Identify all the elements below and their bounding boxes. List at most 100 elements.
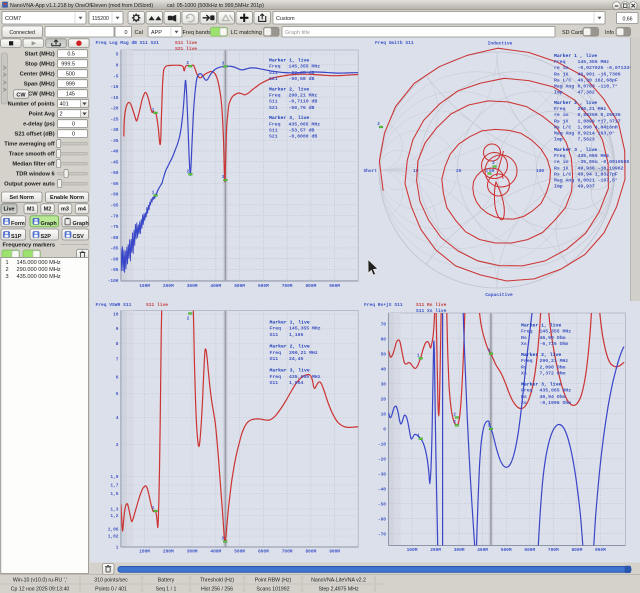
svg-text:400M: 400M	[210, 549, 221, 555]
svg-text:435,065 MHz: 435,065 MHz	[289, 121, 321, 127]
svg-text:3: 3	[488, 424, 491, 429]
svg-text:Point Avg: Point Avg	[29, 112, 56, 118]
svg-text:0,9214 163,0°: 0,9214 163,0°	[578, 131, 616, 137]
svg-text:800M: 800M	[305, 549, 316, 555]
svg-text:1: 1	[152, 506, 155, 511]
svg-text:e-delay (ps): e-delay (ps)	[23, 122, 55, 128]
svg-text:-25: -25	[110, 116, 118, 122]
svg-text:2: 2	[377, 122, 380, 127]
svg-text:100: 100	[536, 168, 544, 174]
svg-text:3: 3	[222, 61, 225, 66]
svg-text:-85: -85	[110, 246, 118, 252]
svg-text:Graph: Graph	[73, 221, 90, 227]
svg-text:-20: -20	[378, 456, 386, 462]
svg-text:Span (MHz): Span (MHz)	[24, 82, 55, 88]
svg-text:S2P: S2P	[41, 234, 52, 240]
svg-text:7: 7	[116, 357, 119, 363]
svg-text:5: 5	[116, 52, 119, 58]
svg-text:Number of points: Number of points	[8, 102, 55, 108]
svg-text:3: 3	[488, 349, 491, 354]
svg-text:70: 70	[381, 321, 387, 327]
svg-text:900M: 900M	[329, 283, 340, 289]
svg-text:-70: -70	[110, 213, 118, 219]
svg-text:0,88206 0,26635: 0,88206 0,26635	[578, 112, 621, 118]
svg-text:Xs: Xs	[521, 400, 527, 406]
svg-text:m4: m4	[78, 207, 87, 213]
svg-text:1,004: 1,004	[289, 380, 304, 386]
svg-text:Freq: Freq	[521, 329, 533, 335]
svg-text:NanoVNA-LiteVNA v2.2: NanoVNA-LiteVNA v2.2	[311, 578, 366, 584]
svg-text:S11: S11	[269, 99, 278, 105]
svg-text:-0,027025 -0,071336: -0,027025 -0,071336	[578, 65, 633, 71]
svg-text:Graph title: Graph title	[285, 30, 310, 36]
svg-text:47,382: 47,382	[578, 90, 595, 96]
svg-text:Freq: Freq	[269, 121, 281, 127]
svg-text:46,90 Ohm: 46,90 Ohm	[540, 335, 566, 341]
svg-text:2: 2	[453, 420, 456, 425]
svg-text:S11 live: S11 live	[146, 302, 168, 308]
svg-text:-40: -40	[378, 486, 386, 492]
svg-text:800M: 800M	[305, 283, 316, 289]
svg-text:1,7: 1,7	[110, 483, 118, 489]
svg-text:500M: 500M	[234, 283, 245, 289]
svg-text:24,45: 24,45	[289, 356, 304, 362]
svg-text:1: 1	[417, 434, 420, 439]
svg-text:2: 2	[453, 412, 456, 417]
svg-text:46,90 162,68pF: 46,90 162,68pF	[578, 77, 618, 83]
svg-text:Rs jX: Rs jX	[554, 118, 569, 124]
svg-text:re im: re im	[554, 112, 569, 118]
svg-text:Graph: Graph	[41, 221, 58, 227]
svg-text:Output power auto: Output power auto	[4, 182, 55, 188]
svg-text:M2: M2	[44, 207, 52, 213]
svg-text:300M: 300M	[454, 547, 465, 553]
svg-text:Freq: Freq	[554, 106, 566, 112]
svg-text:Rs L/C: Rs L/C	[554, 171, 571, 177]
svg-text:S11 live: S11 live	[175, 40, 197, 46]
svg-text:1,2: 1,2	[110, 513, 118, 519]
svg-text:Marker 1, live: Marker 1, live	[521, 323, 561, 329]
svg-text:400M: 400M	[210, 283, 221, 289]
svg-text:LC matching: LC matching	[231, 30, 262, 36]
svg-text:Marker 3, live: Marker 3, live	[269, 115, 309, 121]
svg-text:Freq: Freq	[521, 388, 533, 394]
svg-text:S11: S11	[270, 380, 279, 386]
svg-text:1: 1	[152, 108, 155, 113]
svg-text:0: 0	[116, 63, 119, 69]
svg-text:Mag Ang: Mag Ang	[554, 84, 574, 90]
svg-text:Imp: Imp	[554, 137, 563, 143]
svg-text:Rs: Rs	[521, 394, 527, 400]
svg-text:Mag Ang: Mag Ang	[554, 178, 574, 184]
svg-text:S11 Rs live: S11 Rs live	[416, 302, 447, 308]
svg-text:1,0899 +j7,3717: 1,0899 +j7,3717	[578, 118, 621, 124]
svg-text:Inductive: Inductive	[488, 41, 513, 47]
svg-text:Start (MHz): Start (MHz)	[25, 52, 55, 58]
svg-text:-30: -30	[378, 471, 386, 477]
svg-text:-45: -45	[110, 159, 118, 165]
svg-text:1,06: 1,06	[108, 527, 119, 533]
svg-text:S21 live: S21 live	[175, 46, 197, 52]
svg-text:700M: 700M	[282, 283, 293, 289]
svg-text:300M: 300M	[187, 283, 198, 289]
svg-text:Info: Info	[605, 30, 614, 36]
svg-text:Ср 12 ноя 2025 09:13:40: Ср 12 ноя 2025 09:13:40	[11, 587, 70, 593]
svg-text:Freq: Freq	[521, 358, 533, 364]
svg-text:2: 2	[6, 267, 9, 273]
svg-text:2: 2	[187, 169, 190, 174]
svg-text:40: 40	[381, 366, 387, 372]
svg-text:APP: APP	[151, 30, 162, 36]
svg-text:700M: 700M	[282, 549, 293, 555]
svg-text:Freq: Freq	[270, 350, 282, 356]
svg-text:145,355 MHz: 145,355 MHz	[289, 326, 321, 332]
svg-text:435.000 000 MHz: 435.000 000 MHz	[17, 274, 61, 280]
svg-text:60: 60	[381, 336, 387, 342]
svg-text:Stop (MHz): Stop (MHz)	[25, 62, 55, 68]
svg-text:Set Norm: Set Norm	[9, 195, 34, 201]
svg-text:700M: 700M	[548, 547, 559, 553]
svg-text:Marker 1 , live: Marker 1 , live	[554, 53, 597, 59]
svg-text:10: 10	[381, 411, 387, 417]
svg-text:Freq: Freq	[270, 326, 282, 332]
svg-text:S11: S11	[270, 332, 279, 338]
svg-text:Cal: Cal	[135, 30, 143, 36]
svg-text:3: 3	[221, 537, 224, 542]
svg-text:50: 50	[381, 351, 387, 357]
